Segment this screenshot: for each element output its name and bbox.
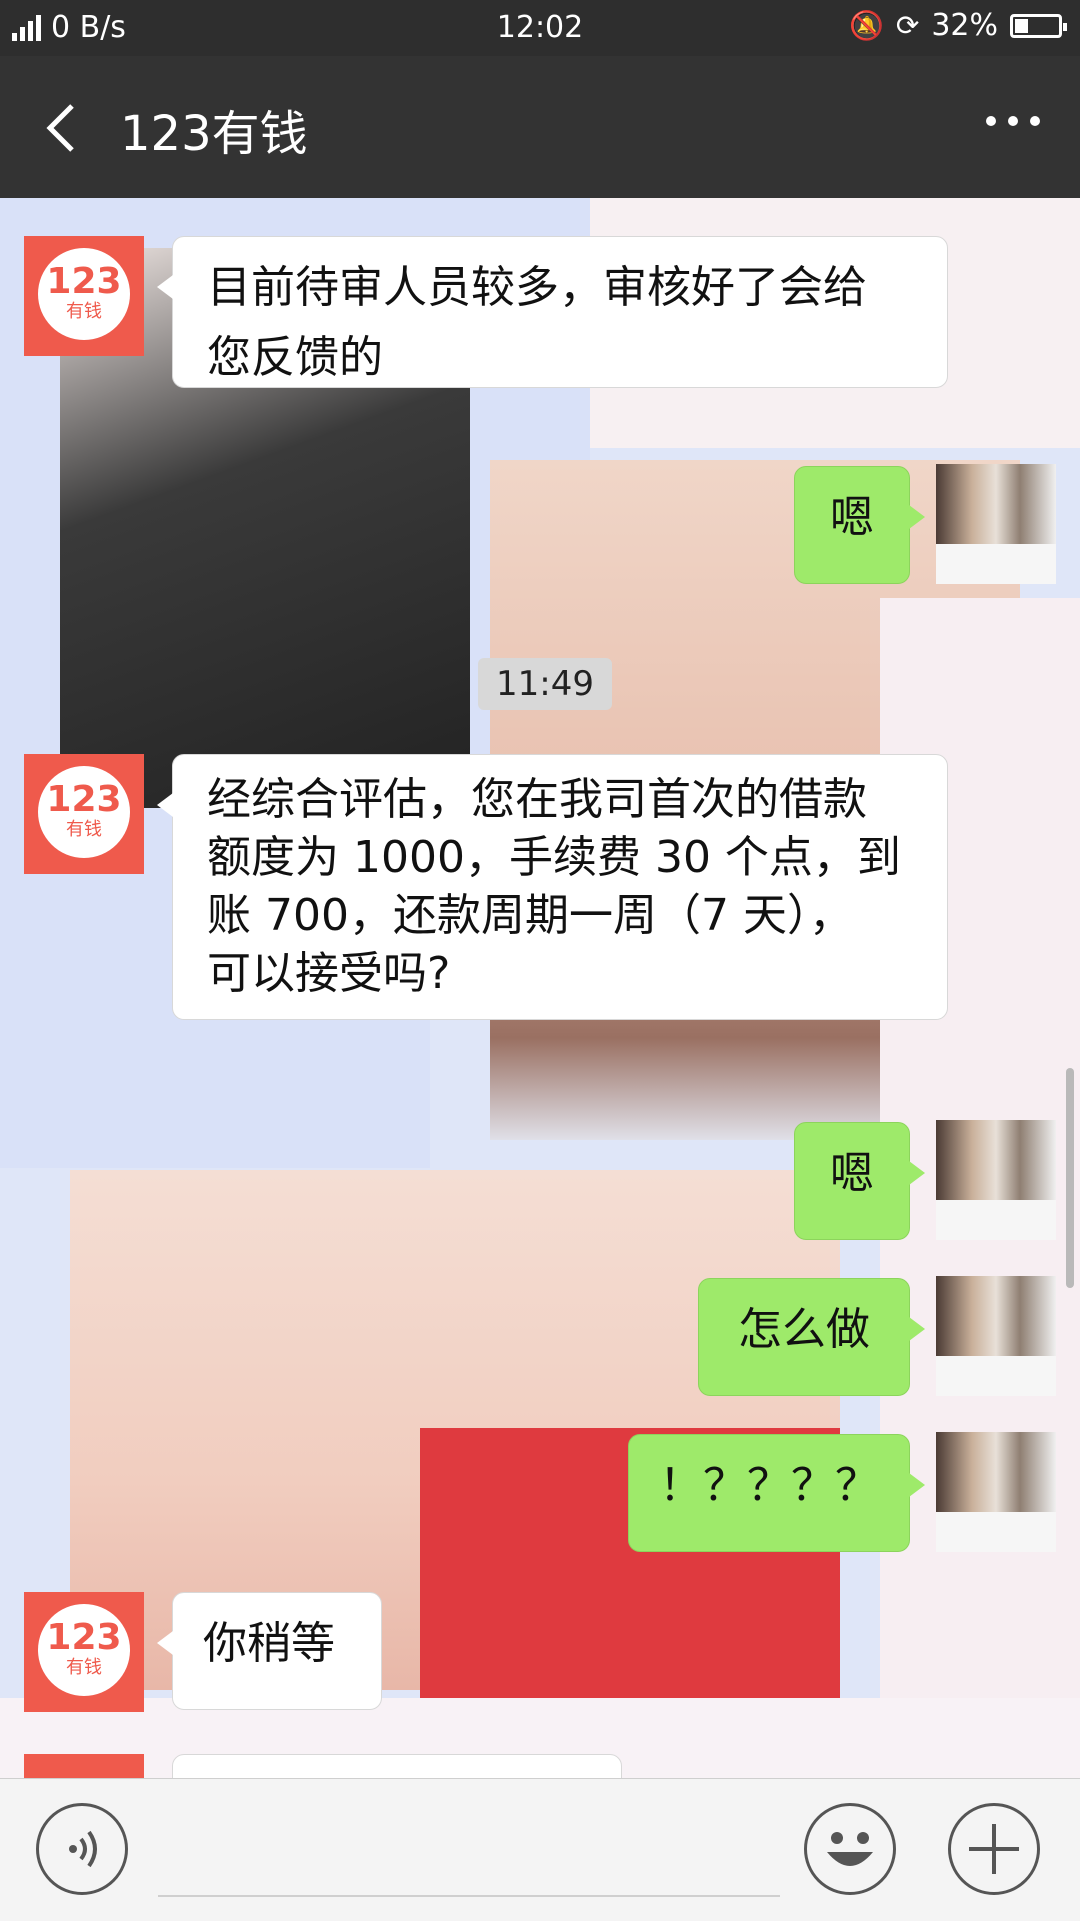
mute-icon: 🔕 (848, 9, 884, 42)
rotation-lock-icon: ⟳ (895, 9, 920, 42)
bot-avatar[interactable]: 123 有钱 (24, 236, 144, 356)
message-bubble-bot[interactable] (172, 1754, 622, 1778)
voice-icon[interactable] (36, 1803, 128, 1895)
plus-icon[interactable] (948, 1803, 1040, 1895)
user-avatar[interactable] (936, 464, 1056, 584)
bot-avatar[interactable]: 123 有钱 (24, 1592, 144, 1712)
message-bubble-bot[interactable]: 经综合评估，您在我司首次的借款 额度为 1000，手续费 30 个点，到 账 7… (157, 754, 948, 1020)
title-bar: 123有钱 (0, 56, 1080, 198)
chat-scrollbar[interactable] (1066, 1068, 1074, 1288)
message-bubble-bot[interactable]: 你稍等 (157, 1592, 382, 1710)
message-bubble-user[interactable]: 嗯 (794, 466, 925, 584)
input-bar (0, 1778, 1080, 1921)
more-dots-icon[interactable] (986, 116, 1040, 126)
message-bubble-bot[interactable]: 目前待审人员较多，审核好了会给 您反馈的 (157, 236, 948, 388)
user-avatar[interactable] (936, 1432, 1056, 1552)
timestamp: 11:49 (478, 658, 612, 710)
bot-avatar[interactable]: 123 有钱 (24, 754, 144, 874)
back-arrow-icon[interactable] (40, 100, 90, 156)
emoji-icon[interactable] (804, 1803, 896, 1895)
chat-title: 123有钱 (120, 106, 308, 162)
status-bar: 0 B/s 12:02 🔕 ⟳ 32% (0, 0, 1080, 56)
message-input[interactable] (158, 1895, 780, 1897)
user-avatar[interactable] (936, 1276, 1056, 1396)
battery-icon (1010, 13, 1067, 38)
message-bubble-user[interactable]: 嗯 (794, 1122, 925, 1240)
bot-avatar[interactable] (24, 1754, 144, 1778)
chat-area[interactable]: 123 有钱 目前待审人员较多，审核好了会给 您反馈的 嗯 11:49 123 有钱… (0, 198, 1080, 1778)
message-bubble-user[interactable]: ！？？？？ (628, 1434, 925, 1552)
battery-percent: 32% (931, 8, 998, 43)
user-avatar[interactable] (936, 1120, 1056, 1240)
message-bubble-user[interactable]: 怎么做 (698, 1278, 925, 1396)
